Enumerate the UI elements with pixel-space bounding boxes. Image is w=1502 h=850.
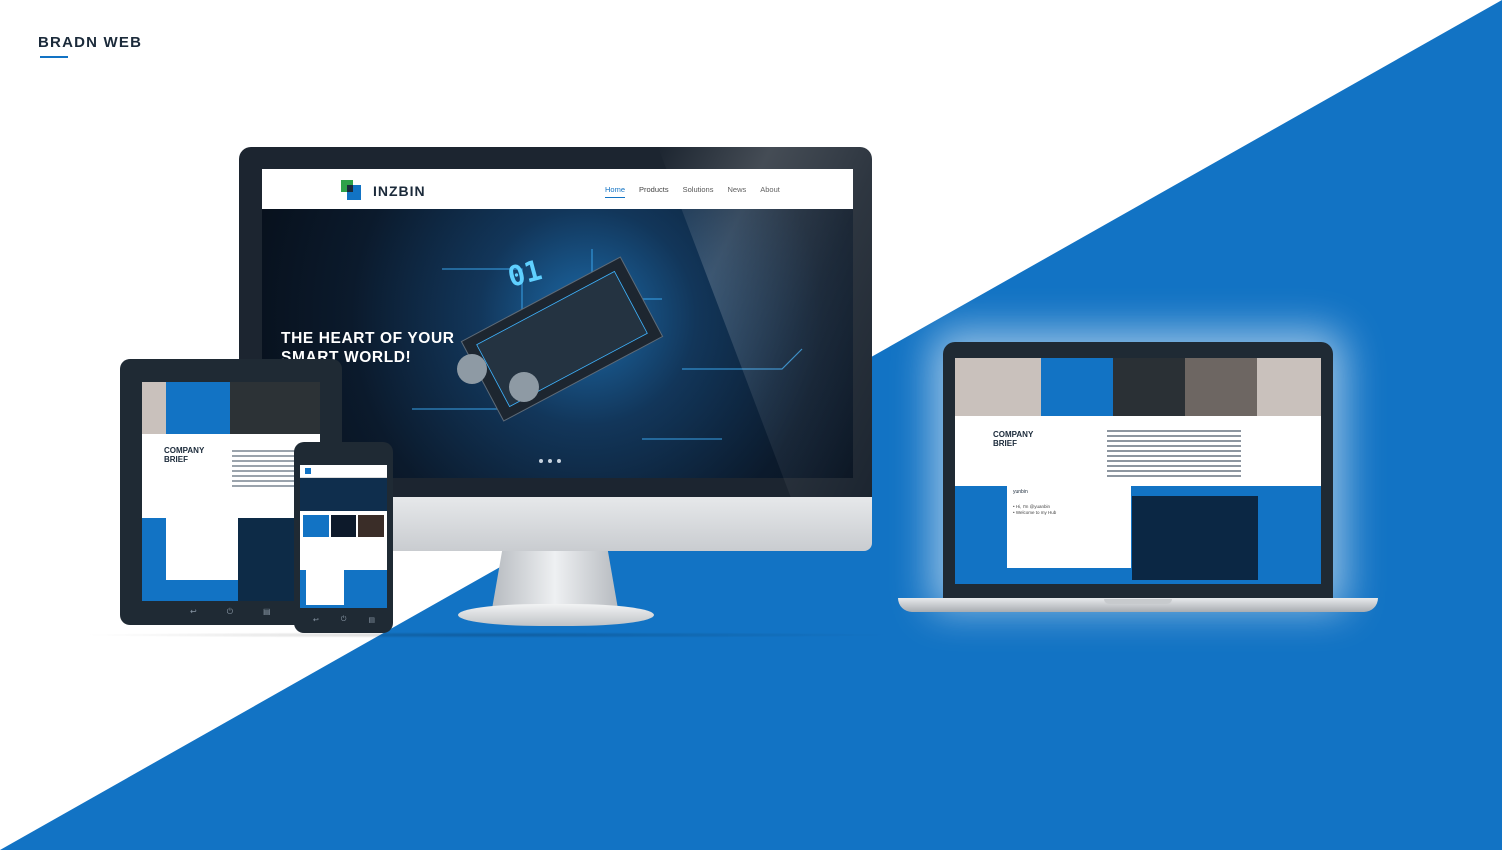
laptop-screen: COMPANY BRIEF bbox=[955, 358, 1321, 584]
laptop-circuit-image bbox=[1132, 496, 1258, 580]
laptop-card-text-line2: • Welcome to my Hub bbox=[1013, 510, 1057, 515]
nav-item-home[interactable]: Home bbox=[605, 185, 626, 198]
phone-nav-buttons: ↩ ⏻ ▤ bbox=[313, 616, 375, 624]
laptop-header-strip bbox=[955, 358, 1321, 416]
laptop-header-brown-tile bbox=[1185, 358, 1257, 416]
inzbin-logo-icon bbox=[341, 180, 361, 200]
power-icon[interactable]: ⏻ bbox=[227, 607, 233, 617]
brand-underline bbox=[40, 56, 68, 58]
back-icon[interactable]: ↩ bbox=[313, 616, 319, 624]
nav-item-products[interactable]: Products bbox=[639, 185, 669, 198]
desktop-monitor-stand bbox=[492, 551, 618, 609]
laptop-white-card bbox=[1007, 486, 1131, 568]
back-icon[interactable]: ↩ bbox=[190, 607, 197, 617]
desktop-screen: INZBIN Home Products Solutions News Abou… bbox=[262, 169, 853, 478]
tablet-white-card bbox=[166, 506, 238, 580]
laptop-header-chip-tile bbox=[1113, 358, 1185, 416]
tablet-company-brief: COMPANY BRIEF bbox=[164, 446, 204, 464]
site-logo-text: INZBIN bbox=[373, 183, 426, 199]
site-navbar: INZBIN Home Products Solutions News Abou… bbox=[262, 169, 853, 209]
device-shadow bbox=[80, 632, 900, 638]
tablet-company-line1: COMPANY bbox=[164, 446, 205, 455]
phone-tiles bbox=[303, 515, 385, 537]
laptop-company-line2: BRIEF bbox=[993, 439, 1017, 448]
carousel-dot[interactable] bbox=[557, 459, 561, 463]
tablet-nav-buttons: ↩ ⏻ ▤ bbox=[190, 607, 271, 617]
laptop-card-text: • Hi, I'm @yuanbin • Welcome to my Hub bbox=[1013, 504, 1056, 516]
site-nav-menu: Home Products Solutions News About bbox=[605, 185, 780, 198]
tablet-company-line2: BRIEF bbox=[164, 455, 188, 464]
nav-item-news[interactable]: News bbox=[727, 185, 746, 198]
tablet-header-chip-tile bbox=[230, 382, 320, 434]
laptop-company-brief: COMPANY BRIEF bbox=[993, 430, 1033, 448]
carousel-dots bbox=[539, 459, 561, 463]
carousel-dot[interactable] bbox=[539, 459, 543, 463]
tablet-body-text bbox=[232, 450, 302, 490]
phone-logo-icon bbox=[305, 468, 311, 474]
tablet-header-strip bbox=[142, 382, 320, 434]
svg-text:01: 01 bbox=[504, 253, 545, 294]
menu-icon[interactable]: ▤ bbox=[368, 616, 375, 624]
phone-white-card bbox=[306, 565, 344, 605]
laptop-notch bbox=[1104, 599, 1172, 604]
phone-navbar bbox=[300, 465, 387, 478]
phone-screen bbox=[300, 465, 387, 608]
hero-headline-line1: THE HEART OF YOUR bbox=[281, 330, 455, 347]
carousel-dot[interactable] bbox=[548, 459, 552, 463]
desktop-monitor-base bbox=[458, 604, 654, 626]
nav-item-about[interactable]: About bbox=[760, 185, 780, 198]
brand-title: BRADN WEB bbox=[38, 34, 143, 51]
phone-hero bbox=[300, 478, 387, 511]
laptop-company-line1: COMPANY bbox=[993, 430, 1034, 439]
laptop-card-title: yunbin bbox=[1013, 489, 1028, 495]
power-icon[interactable]: ⏻ bbox=[341, 616, 347, 624]
laptop-header-blue-tile bbox=[1041, 358, 1113, 416]
tablet-header-blue-tile bbox=[166, 382, 230, 434]
laptop-body-text bbox=[1107, 430, 1241, 480]
hero-banner: 01 THE HEART OF YOUR SMART WORLD! bbox=[262, 209, 853, 478]
menu-icon[interactable]: ▤ bbox=[263, 607, 271, 617]
nav-item-solutions[interactable]: Solutions bbox=[683, 185, 714, 198]
